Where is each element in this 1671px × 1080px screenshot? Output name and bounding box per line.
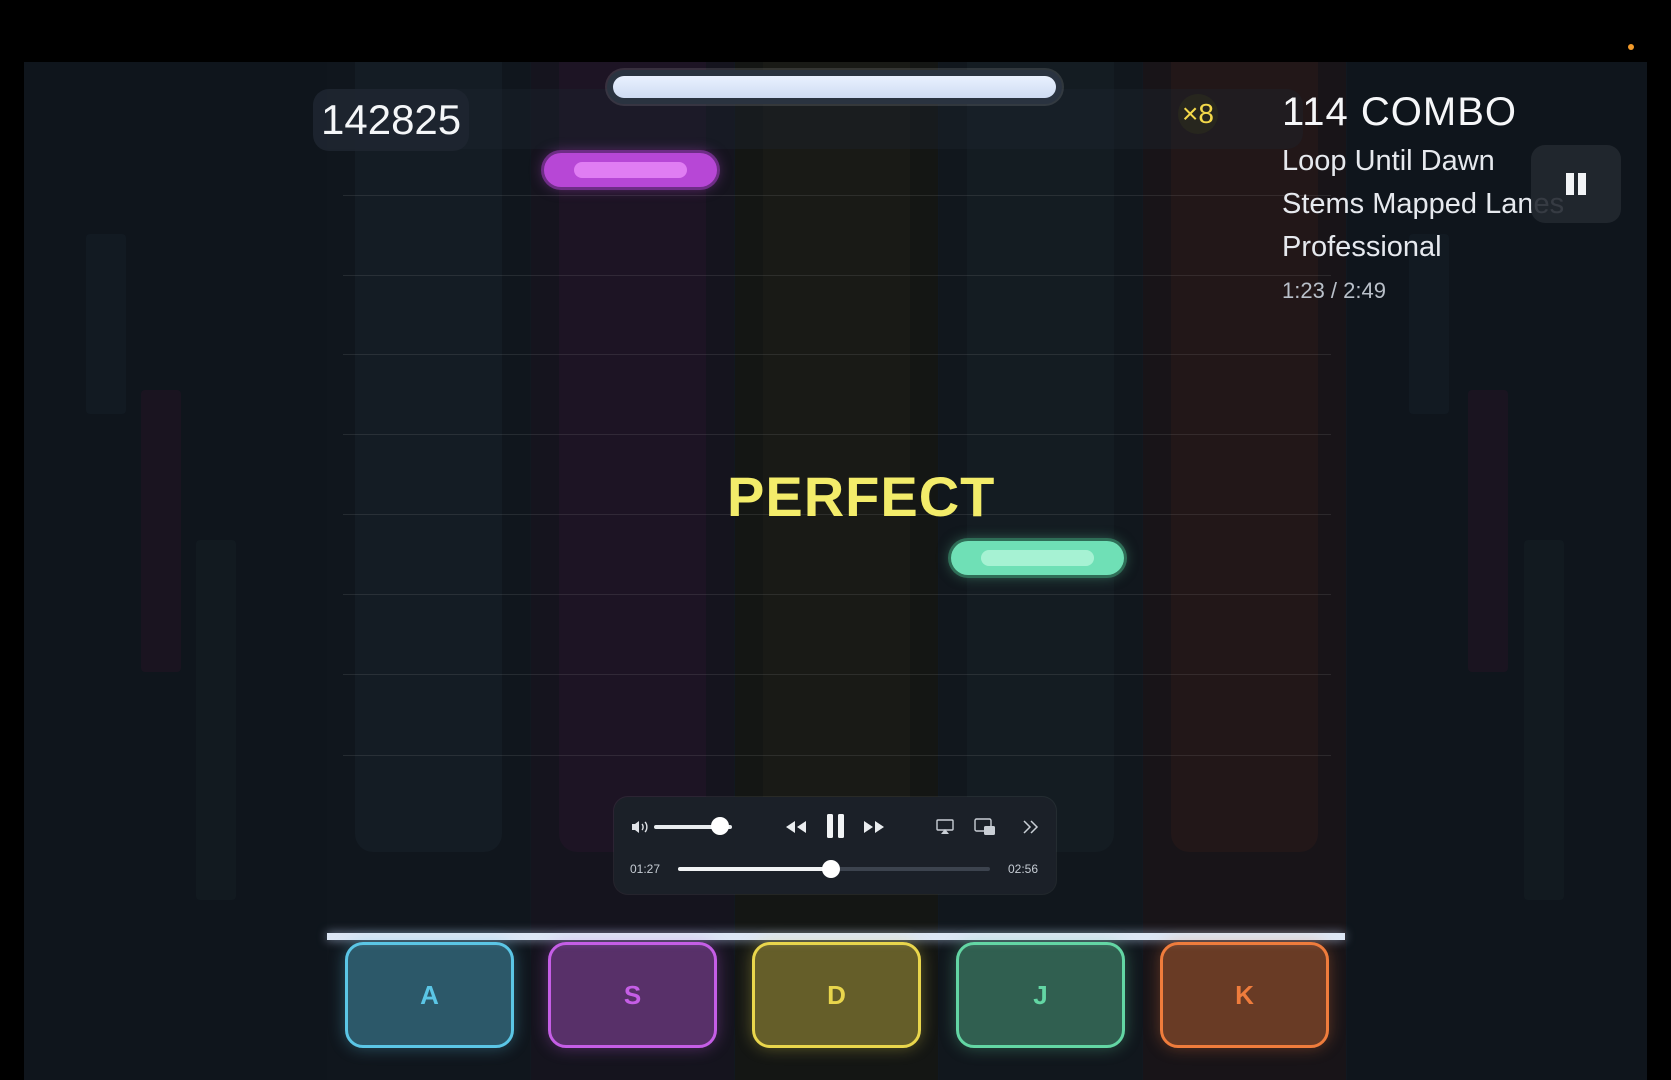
song-progress-fill xyxy=(613,76,1056,98)
volume-knob[interactable] xyxy=(711,817,730,835)
lane-key-d[interactable]: D xyxy=(752,942,921,1048)
background-deco xyxy=(1524,540,1564,900)
beat-line xyxy=(343,755,1331,756)
song-info: 114 COMBO Loop Until Dawn Stems Mapped L… xyxy=(1282,90,1564,304)
beat-line xyxy=(343,594,1331,595)
lane-key-k[interactable]: K xyxy=(1160,942,1329,1048)
background-deco xyxy=(1468,390,1508,672)
pause-icon[interactable] xyxy=(825,812,847,840)
song-time: 1:23 / 2:49 xyxy=(1282,278,1386,303)
seek-bar[interactable] xyxy=(678,860,990,878)
seek-fill xyxy=(678,867,831,871)
volume-icon[interactable] xyxy=(630,819,650,835)
playfield xyxy=(327,62,1347,1080)
background-deco xyxy=(86,234,126,414)
song-title: Loop Until Dawn xyxy=(1282,145,1495,177)
seek-knob[interactable] xyxy=(821,860,840,878)
score-display: 142825 xyxy=(313,89,470,151)
fast-forward-icon[interactable] xyxy=(862,819,886,835)
background-deco xyxy=(196,540,236,900)
background-deco xyxy=(141,390,181,672)
judgement-text: PERFECT xyxy=(727,465,996,528)
lane-key-s[interactable]: S xyxy=(548,942,717,1048)
lane-s xyxy=(531,62,734,1080)
note-lane-j xyxy=(951,541,1124,575)
status-indicator-dot xyxy=(1628,44,1634,50)
airplay-icon[interactable] xyxy=(936,819,954,835)
current-time: 01:27 xyxy=(630,862,661,876)
beat-line xyxy=(343,195,1331,196)
lane-key-a[interactable]: A xyxy=(345,942,514,1048)
beat-line xyxy=(343,354,1331,355)
multiplier-badge: ×8 xyxy=(1178,94,1218,134)
pause-button[interactable] xyxy=(1531,145,1621,223)
media-player: 01:27 02:56 xyxy=(614,797,1056,894)
beat-line xyxy=(343,674,1331,675)
lane-key-j[interactable]: J xyxy=(956,942,1125,1048)
combo-counter: 114 COMBO xyxy=(1282,90,1517,134)
note-lane-s xyxy=(544,153,717,187)
lane-a xyxy=(327,62,530,1080)
chart-mode: Stems Mapped Lanes xyxy=(1282,188,1565,220)
difficulty-label: Professional xyxy=(1282,231,1442,263)
beat-line xyxy=(343,275,1331,276)
picture-in-picture-icon[interactable] xyxy=(974,818,996,836)
total-time: 02:56 xyxy=(1008,862,1039,876)
pause-icon xyxy=(1566,173,1574,195)
hit-line xyxy=(327,933,1345,940)
song-progress-bar xyxy=(607,70,1062,104)
beat-line xyxy=(343,434,1331,435)
rewind-icon[interactable] xyxy=(784,819,808,835)
more-icon[interactable] xyxy=(1022,819,1040,835)
lane-d xyxy=(735,62,938,1080)
